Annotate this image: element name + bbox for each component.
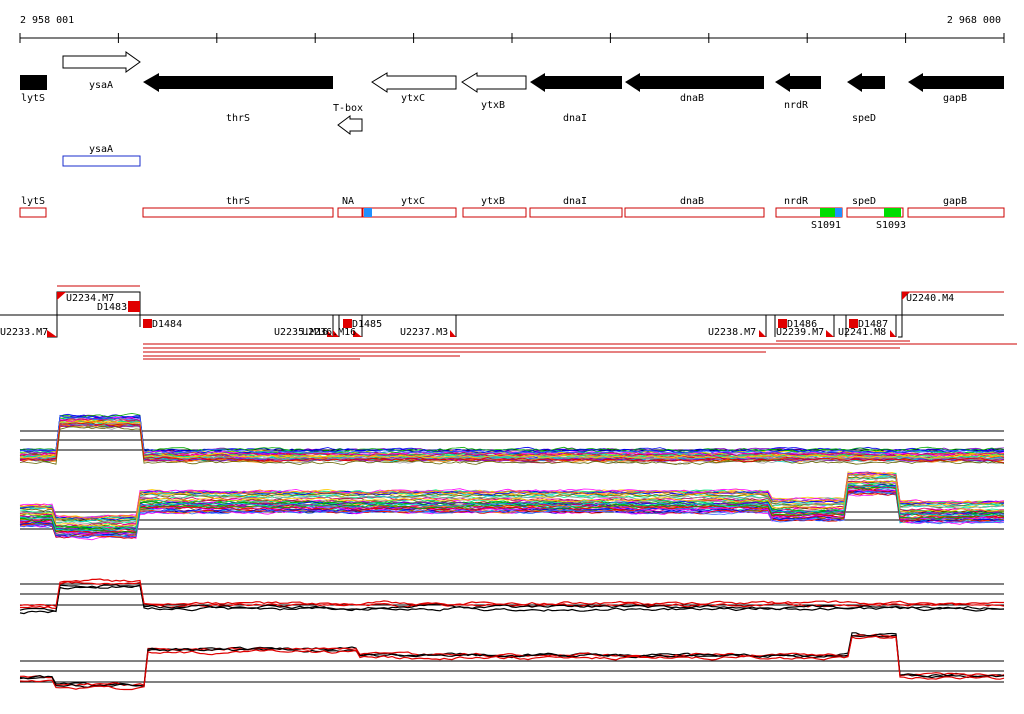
gene-arrow-dnaI[interactable]	[530, 73, 622, 92]
segment-track[interactable]: U2233.M7 U2234.M7 D1483 D1484 U2235.M16 …	[0, 285, 1004, 338]
blue-site-marker-2[interactable]	[835, 208, 842, 217]
segment-label-D1484: D1484	[152, 319, 182, 330]
gene-arrow-lytS[interactable]	[20, 75, 47, 90]
gene-arrow-thrS[interactable]	[143, 73, 333, 92]
gene-arrow-ytxC[interactable]	[371, 72, 457, 93]
expression-panel-3	[19, 578, 1005, 615]
segment-label-D1485: D1485	[352, 319, 382, 330]
segment-label-U2238: U2238.M7	[708, 327, 756, 338]
annotation-label-dnaI: dnaI	[563, 196, 587, 207]
gene-track[interactable]: lytS ysaA thrS T-box ytxC ytxB dnaI dnaB…	[20, 51, 1004, 135]
annotation-box-dnaI[interactable]	[529, 207, 623, 218]
gene-label-thrS: thrS	[226, 113, 250, 124]
segment-label-D1483: D1483	[97, 302, 127, 313]
ruler-start-label: 2 958 001	[20, 15, 74, 26]
annotation-label-nrdR: nrdR	[784, 196, 809, 207]
gene-arrow-gapB[interactable]	[908, 73, 1004, 92]
segment-label-U2240: U2240.M4	[906, 293, 954, 304]
gene-arrow-speD[interactable]	[847, 73, 885, 92]
gene-label-lytS: lytS	[21, 93, 45, 104]
annotation-label-thrS: thrS	[226, 196, 250, 207]
gene-label-dnaB: dnaB	[680, 93, 704, 104]
annotation-label-ytxB: ytxB	[481, 196, 505, 207]
annotation-box-thrS[interactable]	[142, 207, 334, 218]
annotation-box-NA[interactable]	[337, 207, 363, 218]
segment-label-U2239: U2239.M7	[776, 327, 824, 338]
gene-label-ytxB: ytxB	[481, 100, 505, 111]
site-label-S1093: S1093	[876, 220, 906, 231]
site-S1091-marker[interactable]	[820, 208, 835, 217]
gene-arrow-T-box[interactable]	[337, 115, 363, 135]
gene-label-ytxC: ytxC	[401, 93, 425, 104]
genome-browser-canvas: 2 958 001 2 968 000 lytS ysaA thrS T-box…	[0, 15, 1017, 691]
site-S1093-marker[interactable]	[884, 208, 901, 217]
expression-panel-1	[19, 413, 1005, 466]
gene-label-nrdR: nrdR	[784, 100, 809, 111]
annotation-track[interactable]: lytS thrS NA ytxC ytxB dnaI dnaB nrdR sp…	[19, 196, 1005, 231]
gene-arrow-ytxB[interactable]	[461, 72, 527, 93]
ysaA-feature[interactable]: ysaA	[62, 144, 141, 167]
annotation-box-ytxB[interactable]	[462, 207, 527, 218]
transcript-lines	[143, 340, 1017, 360]
gene-label-T-box: T-box	[333, 103, 363, 114]
annotation-box-ytxC[interactable]	[362, 207, 457, 218]
annotation-box-lytS[interactable]	[19, 207, 47, 218]
ruler-end-label: 2 968 000	[947, 15, 1001, 26]
coordinate-ruler: 2 958 001 2 968 000	[19, 15, 1005, 43]
segment-label-U2241: U2241.M8	[838, 327, 886, 338]
gene-arrow-nrdR[interactable]	[775, 73, 821, 92]
expression-panel-2	[19, 471, 1005, 541]
ysaA-box[interactable]	[62, 155, 141, 167]
gene-label-dnaI: dnaI	[563, 113, 587, 124]
annotation-label-ytxC: ytxC	[401, 196, 425, 207]
ysaA-box-label: ysaA	[89, 144, 113, 155]
gene-label-speD: speD	[852, 113, 876, 124]
gene-label-gapB: gapB	[943, 93, 967, 104]
annotation-label-speD: speD	[852, 196, 876, 207]
segment-label-U2233: U2233.M7	[0, 327, 48, 338]
annotation-box-dnaB[interactable]	[624, 207, 765, 218]
blue-site-marker[interactable]	[364, 208, 372, 217]
annotation-label-NA: NA	[342, 196, 354, 207]
gene-label-ysaA: ysaA	[89, 80, 113, 91]
annotation-label-lytS: lytS	[21, 196, 45, 207]
gene-arrow-ysaA[interactable]	[62, 51, 141, 73]
segment-label-U2236: U2236.M16	[302, 327, 356, 338]
annotation-label-dnaB: dnaB	[680, 196, 704, 207]
annotation-box-gapB[interactable]	[907, 207, 1005, 218]
segment-label-U2237: U2237.M3	[400, 327, 448, 338]
site-label-S1091: S1091	[811, 220, 841, 231]
gene-arrow-dnaB[interactable]	[625, 73, 764, 92]
annotation-label-gapB: gapB	[943, 196, 967, 207]
expression-panel-4	[19, 632, 1005, 691]
